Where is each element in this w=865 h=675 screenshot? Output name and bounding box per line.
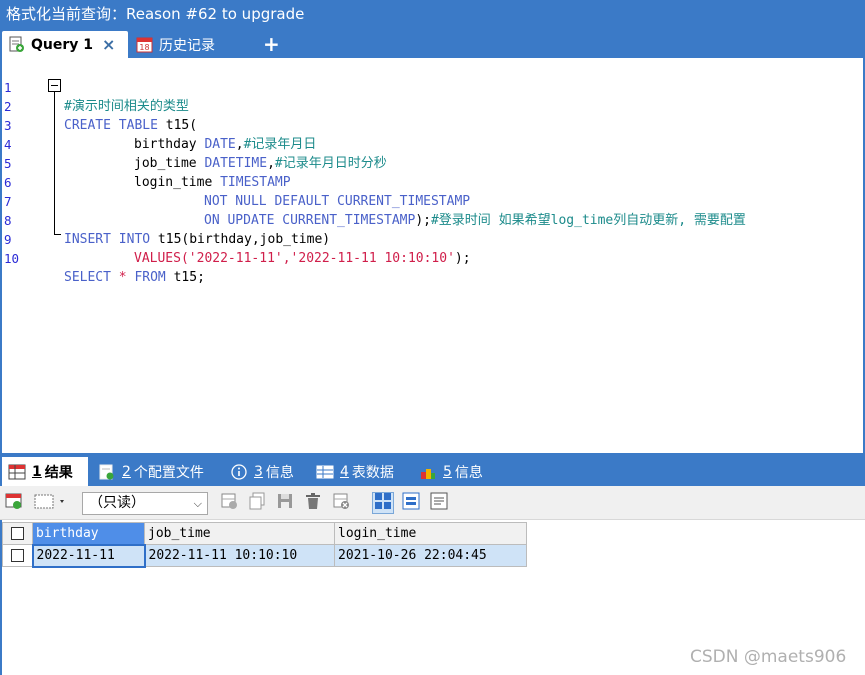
tab-result-2-label: 个配置文件 [133,464,204,481]
sql-punct: ); [454,251,471,266]
tab-result-1-num: 1 [32,463,42,480]
window-title: 格式化当前查询：Reason #62 to upgrade [0,0,865,28]
view-mode-button[interactable] [32,492,70,514]
row-checkbox-cell[interactable] [2,544,33,567]
tab-result-4-num: 4 [340,463,349,480]
export-button[interactable] [3,492,25,514]
tab-result-5-label: 信息 [454,464,483,481]
save-icon [275,491,295,515]
tab-result-5-num: 5 [443,463,452,480]
column-header-login-time[interactable]: login_time [334,522,527,545]
add-tab-button[interactable]: + [263,31,280,58]
readonly-select-value: （只读） [89,495,145,511]
add-row-icon [219,491,239,515]
tab-result-2[interactable]: 2 个配置文件 [92,457,210,486]
table-header-row: birthday job_time login_time [2,522,527,545]
query-file-icon [8,36,25,53]
tab-result-1[interactable]: 1 结果 [2,457,88,486]
table-cell[interactable]: 2022-11-11 10:10:10 [144,544,335,567]
tab-result-3-num: 3 [254,463,263,480]
readonly-select[interactable]: （只读） ⌵ [82,492,208,515]
result-tab-bar: 1 结果 2 个配置文件 3 信息 4 表数据 5 信息 [0,453,865,486]
code-line-7: 7 ON UPDATE CURRENT_TIMESTAMP);#登录时间 如果希… [2,173,863,228]
sql-keyword: VALUES [134,251,181,266]
tab-query-1-label: Query 1 [31,36,94,53]
sql-text: t15; [165,270,205,285]
column-header-birthday[interactable]: birthday [32,522,145,545]
form-view-icon [401,491,421,515]
result-table: birthday job_time login_time 2022-11-11 … [2,522,527,568]
info-icon [230,463,248,480]
sql-operator: * [110,270,135,285]
text-view-icon [429,491,449,515]
code-line-10: 10 SELECT * FROM t15; [2,230,863,285]
calendar-icon: 18 [136,36,153,53]
refresh-icon [331,491,351,515]
tab-result-3[interactable]: 3 信息 [224,457,300,486]
sql-string: '2022-11-11' [188,251,283,266]
watermark: CSDN @maets906 [690,647,847,667]
profile-icon [98,464,116,480]
tab-result-2-num: 2 [122,463,131,480]
info-chart-icon [419,464,437,480]
table-cell[interactable]: 2021-10-26 22:04:45 [334,544,527,567]
checkbox-icon[interactable] [10,549,24,562]
code-line-1: 1 #演示时间相关的类型 [2,59,863,114]
result-grid-icon [8,464,26,480]
view-mode-icon [33,491,69,515]
code-line-2: 2 CREATE TABLE t15( [2,78,863,133]
form-view-button[interactable] [400,492,422,514]
sql-string: '2022-11-11 10:10:10' [290,251,455,266]
tab-history[interactable]: 18 历史记录 [130,31,230,58]
code-line-4: 4 job_time DATETIME,#记录年月日时分秒 [2,116,863,171]
chevron-down-icon: ⌵ [193,497,202,510]
copy-row-button[interactable] [246,492,268,514]
tab-result-3-label: 信息 [265,464,294,481]
tab-result-5[interactable]: 5 信息 [413,457,489,486]
result-toolbar: （只读） ⌵ [0,486,865,520]
copy-row-icon [247,491,267,515]
export-icon [4,491,24,515]
sql-punct: , [282,251,291,266]
code-line-5: 5 login_time TIMESTAMP [2,135,863,190]
tab-result-1-label: 结果 [44,464,73,481]
delete-button[interactable] [302,492,324,514]
sql-editor[interactable]: 1 #演示时间相关的类型 2 CREATE TABLE t15( 3 birth… [0,58,865,453]
svg-text:18: 18 [139,43,149,52]
column-header-job-time[interactable]: job_time [144,522,335,545]
close-tab-icon[interactable]: × [102,35,115,54]
add-row-button[interactable] [218,492,240,514]
select-all-checkbox-cell[interactable] [2,522,33,545]
sql-keyword: SELECT [64,270,111,285]
line-number: 10 [4,251,20,266]
tab-result-4[interactable]: 4 表数据 [310,457,400,486]
refresh-button[interactable] [330,492,352,514]
text-view-button[interactable] [428,492,450,514]
save-button[interactable] [274,492,296,514]
checkbox-icon[interactable] [11,527,24,540]
sql-punct: ( [180,251,189,266]
code-line-6: 6 NOT NULL DEFAULT CURRENT_TIMESTAMP [2,154,863,209]
tab-query-1[interactable]: Query 1 × [2,31,128,58]
query-tab-bar: Query 1 × 18 历史记录 + [0,28,865,58]
table-data-icon [316,464,334,480]
grid-view-icon [373,491,393,515]
table-cell[interactable]: 2022-11-11 [31,543,146,568]
table-row[interactable]: 2022-11-11 2022-11-11 10:10:10 2021-10-2… [2,543,527,568]
tab-result-4-label: 表数据 [351,464,394,481]
tab-history-label: 历史记录 [159,37,215,54]
sql-keyword: FROM [134,270,166,285]
delete-icon [303,491,323,515]
code-line-8: 8 INSERT INTO t15(birthday,job_time) [2,192,863,247]
code-line-9: 9 VALUES('2022-11-11','2022-11-11 10:10:… [2,211,863,266]
grid-view-button[interactable] [372,492,394,514]
code-line-3: 3 birthday DATE,#记录年月日 [2,97,863,152]
